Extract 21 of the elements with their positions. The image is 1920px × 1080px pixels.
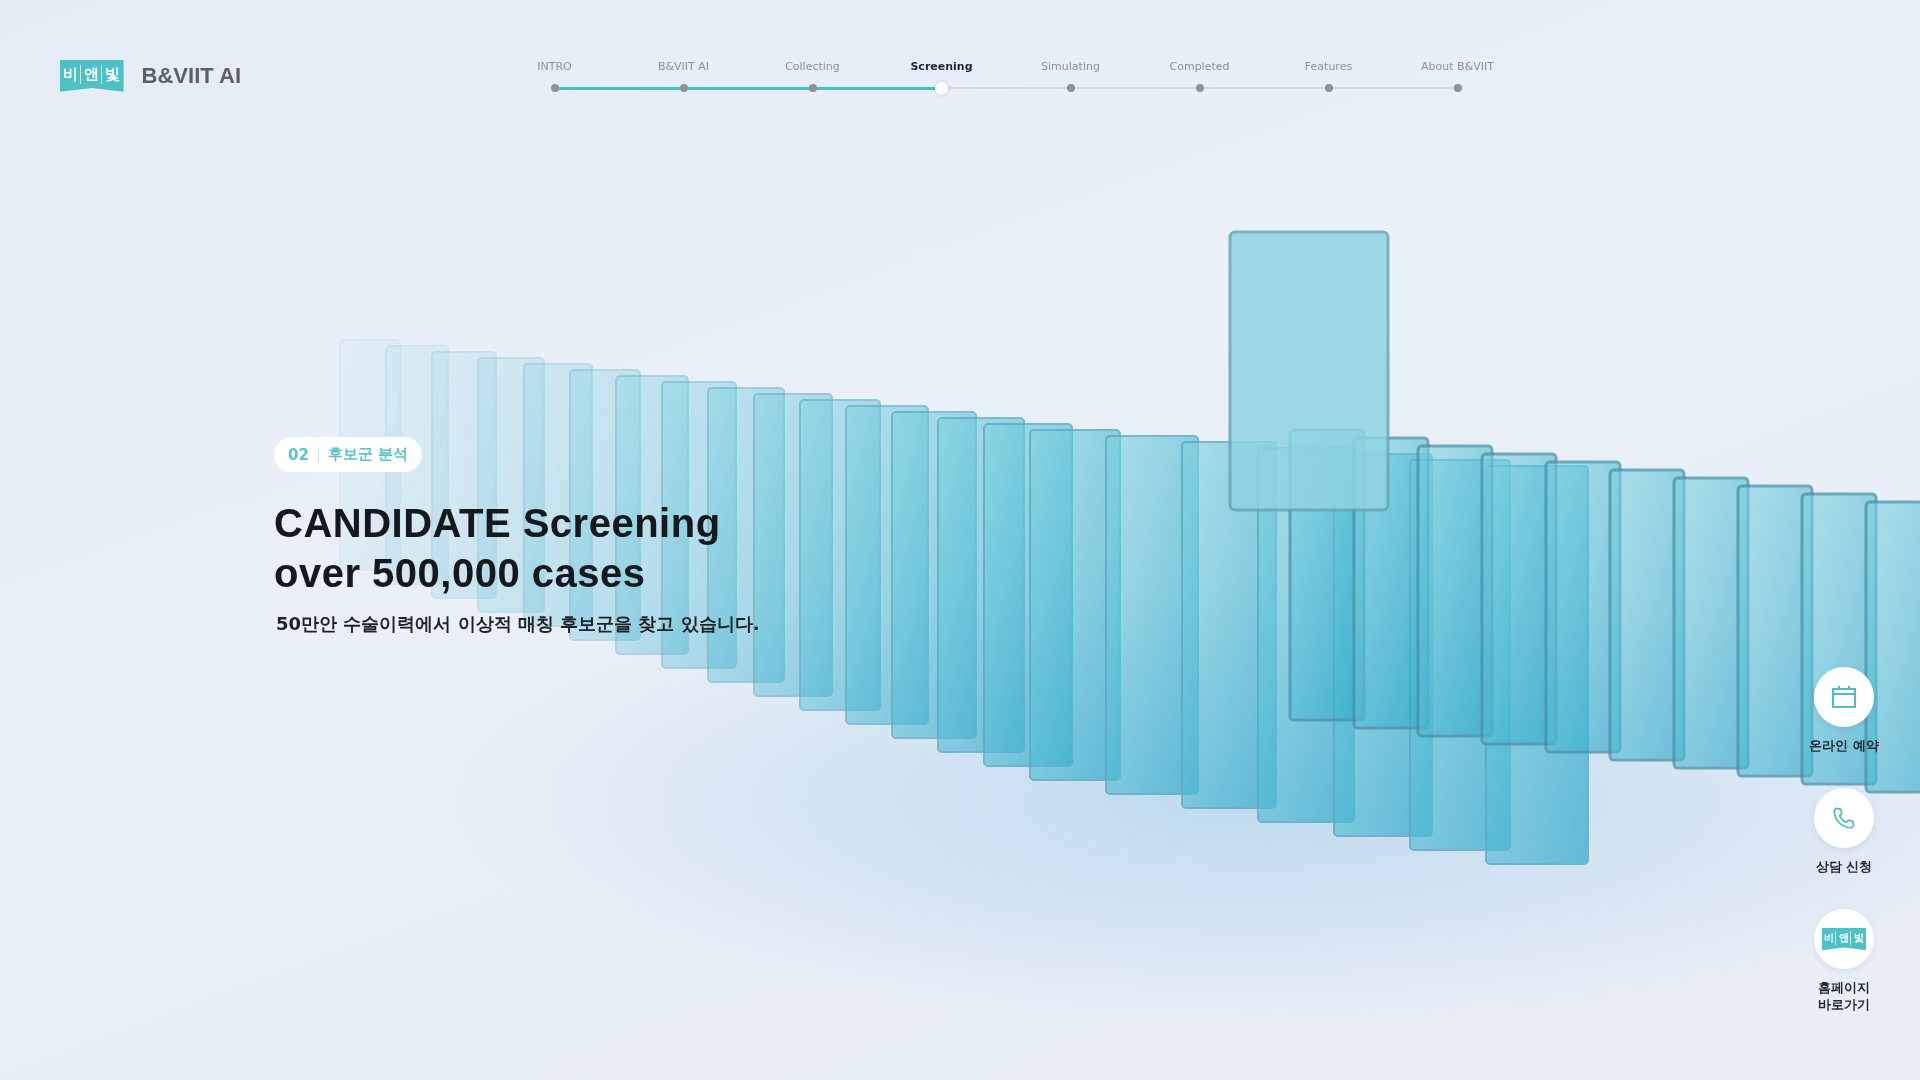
badge-label: 후보군 분석 [327,445,409,464]
step-tab[interactable]: B&VIIT AI [619,60,748,94]
headline: CANDIDATE Screening [274,500,721,547]
step-tab[interactable]: Simulating [1006,60,1135,94]
headline: over 500,000 cases [274,550,647,597]
action-label: 온라인 예약 [1809,737,1879,754]
brand-name: B&VIIT AI [141,62,241,89]
action-label: 홈페이지 바로가기 [1818,979,1870,1013]
step-tab[interactable]: Collecting [748,60,877,94]
badge-number: 02 [288,445,309,464]
step-tab[interactable]: About B&VIIT [1393,60,1522,94]
logo-icon: 비 앤 빛 [1821,927,1867,951]
step-tab[interactable]: Completed [1135,60,1264,94]
calendar-icon [1831,685,1857,709]
subtitle: 50만안 수술이력에서 이상적 매칭 후보군을 찾고 있습니다. [276,612,760,636]
step-tab[interactable]: Screening [877,60,1006,94]
step-tab[interactable]: INTRO [490,60,619,94]
step-tab[interactable]: Features [1264,60,1393,94]
action-label: 상담 신청 [1815,858,1873,875]
logo-icon: 비 앤 빛 [60,60,124,92]
phone-icon [1831,805,1857,831]
